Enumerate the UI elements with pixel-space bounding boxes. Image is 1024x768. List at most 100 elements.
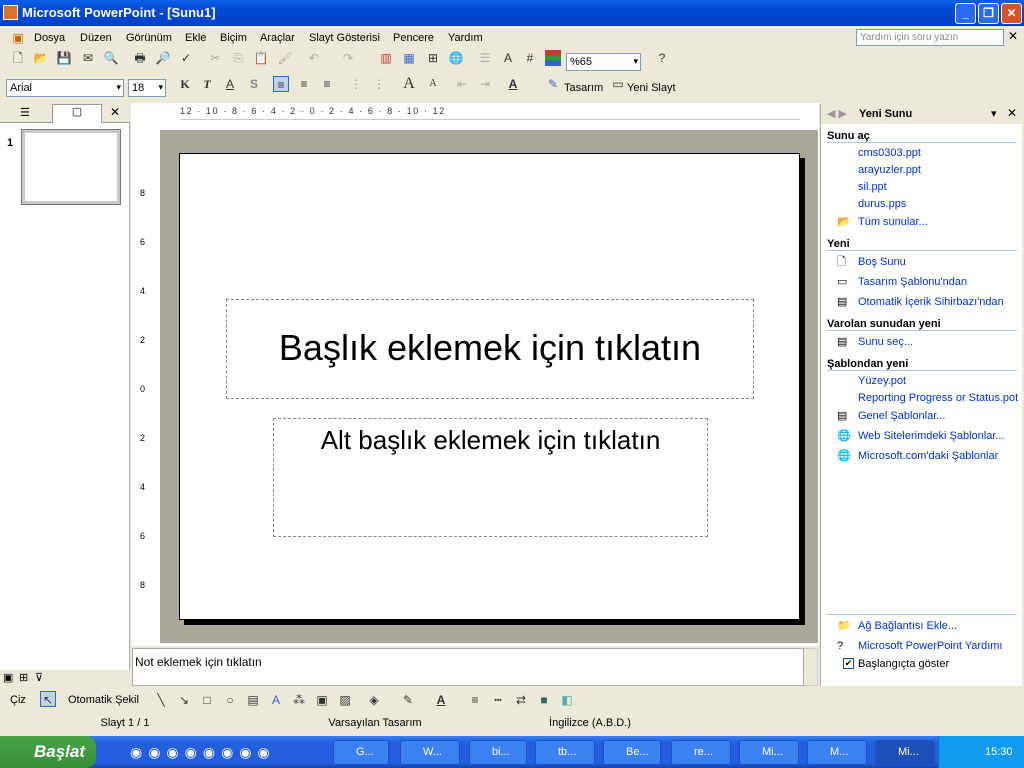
taskbar-button[interactable]: tb... (535, 740, 595, 765)
close-pane-icon[interactable]: ✕ (110, 105, 120, 119)
taskbar-button-active[interactable]: Mi... (875, 740, 935, 765)
table-icon[interactable]: ▦ (401, 50, 417, 66)
recent-file[interactable]: sil.ppt (858, 181, 887, 193)
font-color-icon[interactable]: A (505, 76, 521, 92)
task-pane-close-icon[interactable]: ✕ (1007, 106, 1017, 120)
help-icon[interactable]: ? (654, 50, 670, 66)
email-icon[interactable]: ✉ (80, 50, 96, 66)
menu-bicim[interactable]: Biçim (220, 32, 247, 44)
arrow-icon[interactable]: ↘ (176, 692, 192, 708)
format-painter-icon[interactable]: 🖌 (277, 50, 293, 66)
back-icon[interactable]: ◀ ▶ (827, 107, 847, 120)
more-presentations-link[interactable]: Tüm sunular... (858, 216, 928, 228)
close-document-icon[interactable]: ✕ (1008, 29, 1018, 43)
select-pointer-icon[interactable]: ↖ (40, 691, 56, 707)
minimize-button[interactable]: _ (955, 3, 976, 24)
numbering-icon[interactable]: ⋮ (348, 76, 364, 92)
tables-borders-icon[interactable]: ⊞ (425, 50, 441, 66)
web-templates-link[interactable]: Web Sitelerimdeki Şablonlar... (858, 430, 1005, 442)
recent-file[interactable]: arayuzler.ppt (858, 164, 921, 176)
horizontal-ruler[interactable]: 12 · 10 · 8 · 6 · 4 · 2 · 0 · 2 · 4 · 6 … (180, 106, 800, 120)
menu-ekle[interactable]: Ekle (185, 32, 206, 44)
taskbar-button[interactable]: M... (807, 740, 867, 765)
design-button[interactable]: Tasarım (564, 82, 603, 94)
print-icon[interactable]: 🖶 (132, 50, 148, 66)
new-icon[interactable]: 🗋 (10, 50, 26, 66)
clipart-icon[interactable]: ▣ (314, 692, 330, 708)
redo-icon[interactable]: ↷ (340, 50, 356, 66)
template-link[interactable]: Yüzey.pot (858, 375, 906, 387)
recent-file[interactable]: durus.pps (858, 198, 906, 210)
line-style-icon[interactable]: ≡ (467, 692, 483, 708)
save-icon[interactable]: 💾 (56, 50, 72, 66)
microsoft-templates-link[interactable]: Microsoft.com'daki Şablonlar (858, 450, 998, 462)
decrease-indent-icon[interactable]: ⇤ (454, 76, 470, 92)
font-color-icon[interactable]: A (433, 692, 449, 708)
increase-indent-icon[interactable]: ⇥ (477, 76, 493, 92)
shadow-style-icon[interactable]: ■ (536, 692, 552, 708)
new-slide-icon[interactable]: ▭ (610, 76, 626, 92)
menu-pencere[interactable]: Pencere (393, 32, 434, 44)
quick-launch-icons[interactable]: ◉◉◉◉◉◉◉◉ (130, 744, 276, 761)
normal-view-icon[interactable]: ▣ (3, 671, 13, 684)
general-templates-link[interactable]: Genel Şablonlar... (858, 410, 945, 422)
align-left-icon[interactable]: ≡ (273, 76, 289, 92)
menu-dosya[interactable]: Dosya (34, 32, 65, 44)
slide-sorter-icon[interactable]: ⊞ (19, 671, 28, 684)
copy-icon[interactable]: ⎘ (230, 50, 246, 66)
tab-outline[interactable]: ☰ (20, 106, 30, 119)
italic-button[interactable]: T (199, 76, 215, 92)
slide-thumbnail[interactable] (21, 129, 121, 205)
menu-araclar[interactable]: Araçlar (260, 32, 295, 44)
draw-menu[interactable]: Çiz (10, 694, 26, 706)
design-icon[interactable]: ✎ (545, 76, 561, 92)
slideshow-icon[interactable]: ⊽ (35, 671, 43, 684)
grid-icon[interactable]: # (522, 50, 538, 66)
cut-icon[interactable]: ✂ (207, 50, 223, 66)
spelling-icon[interactable]: ✓ (178, 50, 194, 66)
menu-duzen[interactable]: Düzen (80, 32, 112, 44)
align-center-icon[interactable]: ≡ (296, 76, 312, 92)
search-icon[interactable]: 🔍 (103, 50, 119, 66)
bullets-icon[interactable]: ⋮ (371, 76, 387, 92)
oval-icon[interactable]: ○ (222, 692, 238, 708)
arrow-style-icon[interactable]: ⇄ (513, 692, 529, 708)
paste-icon[interactable]: 📋 (253, 50, 269, 66)
3d-style-icon[interactable]: ◧ (559, 692, 575, 708)
color-grayscale-icon[interactable] (545, 50, 561, 66)
taskbar-button[interactable]: Be... (603, 740, 661, 765)
notes-scrollbar[interactable] (803, 648, 818, 686)
chart-icon[interactable]: ▥ (378, 50, 394, 66)
font-size-select[interactable]: 18 (128, 79, 166, 97)
taskbar-button[interactable]: Mi... (739, 740, 799, 765)
start-button[interactable]: Başlat (0, 736, 96, 768)
recent-file[interactable]: cms0303.ppt (858, 147, 921, 159)
bold-button[interactable]: K (177, 76, 193, 92)
autocontent-wizard-link[interactable]: Otomatik İçerik Sihirbazı'ndan (858, 296, 1004, 308)
textbox-icon[interactable]: ▤ (245, 692, 261, 708)
increase-font-icon[interactable]: A (401, 76, 417, 92)
autoshapes-menu[interactable]: Otomatik Şekil (68, 694, 139, 706)
document-icon[interactable]: ▣ (10, 30, 26, 46)
taskbar-button[interactable]: re... (671, 740, 731, 765)
subtitle-placeholder[interactable]: Alt başlık eklemek için tıklatın (273, 418, 708, 537)
taskbar-button[interactable]: W... (400, 740, 460, 765)
fill-color-icon[interactable]: ◈ (366, 692, 382, 708)
tab-slides[interactable]: ▢ (52, 104, 102, 123)
line-icon[interactable]: ╲ (153, 692, 169, 708)
shadow-button[interactable]: S (246, 76, 262, 92)
vertical-ruler[interactable]: 8 6 4 2 0 2 4 6 8 (137, 150, 151, 620)
taskbar-button[interactable]: bi... (469, 740, 527, 765)
menu-slayt-gosterisi[interactable]: Slayt Gösterisi (309, 32, 380, 44)
hyperlink-icon[interactable]: 🌐 (448, 50, 464, 66)
new-slide-button[interactable]: Yeni Slayt (627, 82, 676, 94)
print-preview-icon[interactable]: 🔎 (155, 50, 171, 66)
font-select[interactable]: Arial (6, 79, 124, 97)
undo-icon[interactable]: ↶ (306, 50, 322, 66)
menu-gorunum[interactable]: Görünüm (126, 32, 172, 44)
dash-style-icon[interactable]: ┅ (490, 692, 506, 708)
menu-yardim[interactable]: Yardım (448, 32, 483, 44)
help-search-input[interactable]: Yardım için soru yazın (856, 29, 1004, 46)
taskbar-button[interactable]: G... (333, 740, 389, 765)
maximize-button[interactable]: ❐ (978, 3, 999, 24)
